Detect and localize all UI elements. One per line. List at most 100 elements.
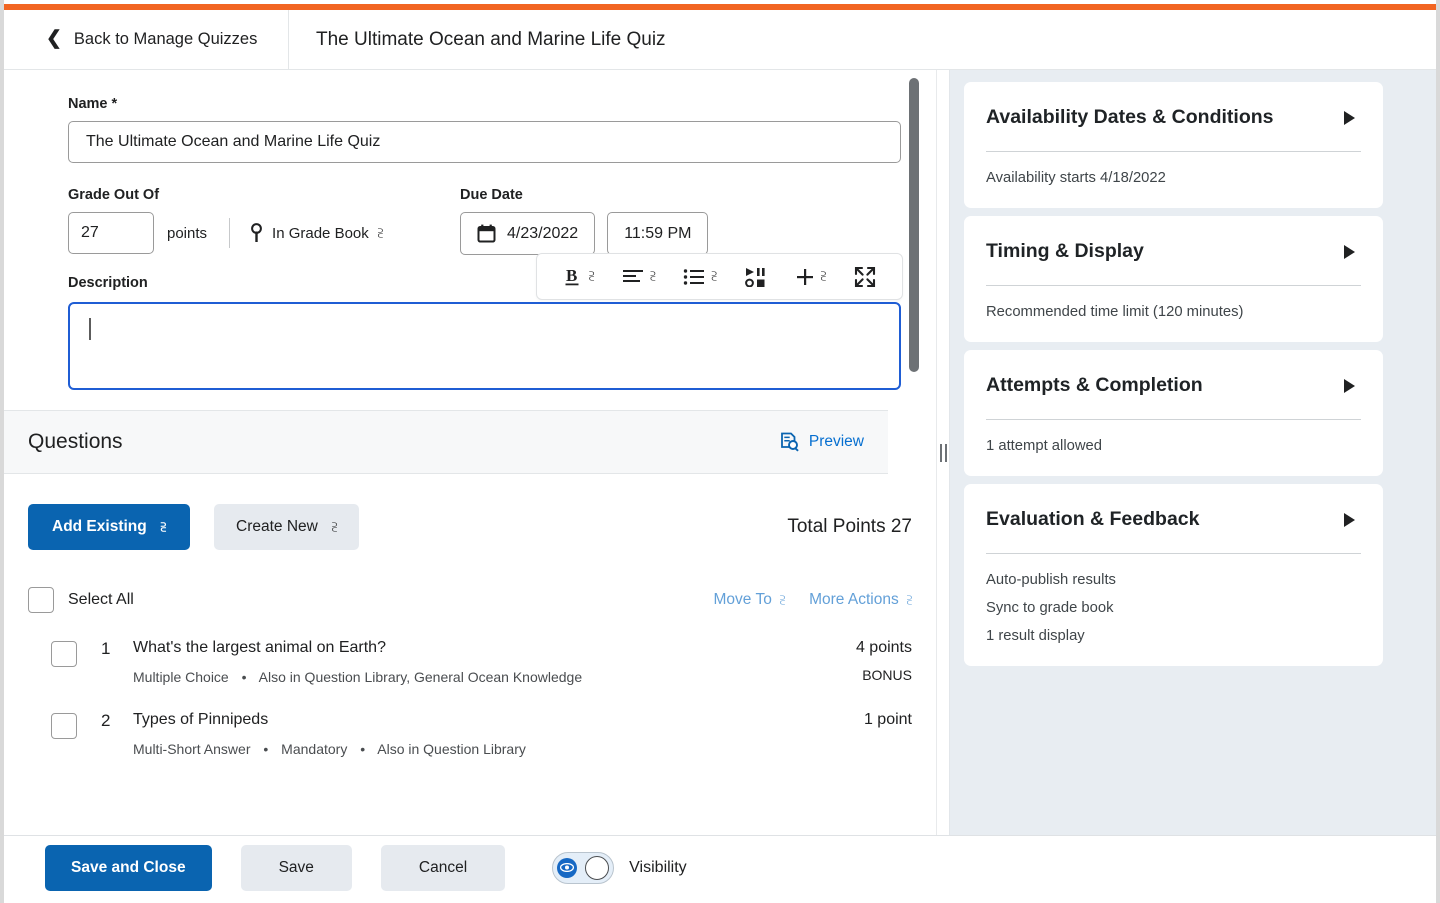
chevron-right-icon xyxy=(1344,244,1355,259)
back-to-manage-quizzes-button[interactable]: ❮ Back to Manage Quizzes xyxy=(4,10,289,69)
divider xyxy=(986,285,1361,286)
chevron-right-icon xyxy=(1344,512,1355,527)
quiz-form: Name * Grade Out Of points xyxy=(4,70,936,390)
create-new-label: Create New xyxy=(236,518,318,535)
preview-icon xyxy=(780,432,800,452)
total-points-label: Total Points 27 xyxy=(787,516,912,537)
panel-availability-dates-conditions[interactable]: Availability Dates & Conditions Availabi… xyxy=(964,82,1383,208)
cancel-button[interactable]: Cancel xyxy=(380,844,506,891)
panel-summary-line: Availability starts 4/18/2022 xyxy=(986,170,1166,186)
cancel-label: Cancel xyxy=(418,858,468,876)
select-all-checkbox[interactable] xyxy=(28,587,54,613)
panel-title: Timing & Display xyxy=(986,240,1144,262)
page-title: The Ultimate Ocean and Marine Life Quiz xyxy=(316,28,666,50)
panel-title: Attempts & Completion xyxy=(986,374,1203,396)
save-and-close-button[interactable]: Save and Close xyxy=(45,844,212,891)
in-grade-book-label: In Grade Book xyxy=(272,224,369,242)
svg-text:B: B xyxy=(566,266,577,285)
description-editor[interactable] xyxy=(68,302,901,390)
question-points: 4 points xyxy=(855,639,912,656)
select-all-row: Select All Move To ⫔ More Actions ⫔ xyxy=(4,550,936,613)
scrollbar-thumb[interactable] xyxy=(909,78,919,372)
in-grade-book-dropdown[interactable]: In Grade Book ⫔ xyxy=(250,223,383,243)
questions-title: Questions xyxy=(28,430,123,453)
chevron-down-icon: ⫔ xyxy=(820,269,826,283)
text-caret xyxy=(89,318,91,340)
panel-header[interactable]: Evaluation & Feedback xyxy=(986,508,1361,531)
grade-out-of-label: Grade Out Of xyxy=(68,187,160,203)
vertical-scrollbar[interactable] xyxy=(908,70,922,835)
preview-button[interactable]: Preview xyxy=(780,432,864,452)
question-title: Types of Pinnipeds xyxy=(133,711,269,728)
chevron-down-icon: ⫔ xyxy=(377,225,384,240)
name-field-label: Name * xyxy=(68,96,118,112)
panel-splitter-handle[interactable] xyxy=(936,70,950,835)
body-container: Name * Grade Out Of points xyxy=(4,70,1436,835)
save-and-close-label: Save and Close xyxy=(71,858,186,876)
quiz-name-input[interactable] xyxy=(68,121,901,163)
visibility-toggle[interactable] xyxy=(552,851,615,884)
table-row[interactable]: 1 What's the largest animal on Earth? Mu… xyxy=(4,613,936,685)
visibility-control: Visibility xyxy=(552,851,687,884)
due-date-block: Due Date 4/23/2022 11:59 PM xyxy=(460,187,709,255)
chevron-down-icon: ⫔ xyxy=(331,519,338,534)
expand-icon xyxy=(854,266,876,288)
add-existing-button[interactable]: Add Existing ⫔ xyxy=(28,504,191,550)
insert-more-button[interactable]: ⫔ xyxy=(795,267,826,287)
more-actions-dropdown[interactable]: More Actions ⫔ xyxy=(809,591,912,609)
bullet-separator-icon: • xyxy=(360,741,366,757)
list-button[interactable]: ⫔ xyxy=(683,268,717,286)
chevron-down-icon: ⫔ xyxy=(711,269,717,283)
table-row[interactable]: 2 Types of Pinnipeds Multi-Short Answer … xyxy=(4,685,936,757)
create-new-button[interactable]: Create New ⫔ xyxy=(214,504,360,550)
chevron-right-icon xyxy=(1344,378,1355,393)
more-actions-label: More Actions xyxy=(809,591,899,608)
panel-header[interactable]: Attempts & Completion xyxy=(986,374,1361,397)
panel-header[interactable]: Availability Dates & Conditions xyxy=(986,106,1361,129)
move-to-dropdown[interactable]: Move To ⫔ xyxy=(714,591,786,609)
question-type: Multiple Choice xyxy=(133,669,229,685)
panel-evaluation-feedback[interactable]: Evaluation & Feedback Auto-publish resul… xyxy=(964,484,1383,666)
panel-summary-line: Recommended time limit (120 minutes) xyxy=(986,304,1244,320)
grade-points-input[interactable] xyxy=(68,212,154,254)
action-footer: Save and Close Save Cancel Visibility xyxy=(4,835,1436,899)
due-time-picker[interactable]: 11:59 PM xyxy=(607,212,709,255)
expand-editor-button[interactable] xyxy=(854,266,876,288)
question-meta: Multi-Short Answer • Mandatory • Also in… xyxy=(133,741,802,757)
insert-media-button[interactable] xyxy=(744,267,767,287)
bullet-separator-icon: • xyxy=(241,669,247,685)
divider xyxy=(986,151,1361,152)
align-left-icon xyxy=(622,268,644,286)
chevron-down-icon: ⫔ xyxy=(779,592,786,607)
grade-book-pin-icon xyxy=(250,223,263,243)
question-meta: Multiple Choice • Also in Question Libra… xyxy=(133,669,802,685)
panel-header[interactable]: Timing & Display xyxy=(986,240,1361,263)
grade-out-of-block: Grade Out Of points xyxy=(68,187,460,255)
question-points: 1 point xyxy=(863,711,912,728)
media-icon xyxy=(744,267,767,287)
plus-icon xyxy=(795,267,815,287)
description-block: Description B ⫔ ⫔ ⫔ ⫔ xyxy=(68,253,936,390)
chevron-down-icon: ⫔ xyxy=(650,269,656,283)
question-library-info: Also in Question Library, General Ocean … xyxy=(258,669,583,685)
chevron-down-icon: ⫔ xyxy=(588,269,595,283)
app-header: ❮ Back to Manage Quizzes The Ultimate Oc… xyxy=(4,10,1436,70)
panel-timing-display[interactable]: Timing & Display Recommended time limit … xyxy=(964,216,1383,342)
due-date-picker[interactable]: 4/23/2022 xyxy=(460,212,596,255)
splitter-grip-icon xyxy=(939,443,947,462)
questions-section-header: Questions Preview xyxy=(4,410,888,474)
bold-button[interactable]: B ⫔ xyxy=(563,266,594,288)
add-existing-label: Add Existing xyxy=(52,518,147,535)
question-number: 2 xyxy=(101,711,111,730)
panel-attempts-completion[interactable]: Attempts & Completion 1 attempt allowed xyxy=(964,350,1383,476)
question-checkbox[interactable] xyxy=(51,641,77,667)
grade-and-due-row: Grade Out Of points xyxy=(68,187,936,255)
move-to-label: Move To xyxy=(713,591,772,608)
back-button-label: Back to Manage Quizzes xyxy=(73,30,258,48)
bullet-list-icon xyxy=(683,268,705,286)
quiz-editor-page: ❮ Back to Manage Quizzes The Ultimate Oc… xyxy=(0,0,1440,903)
question-checkbox[interactable] xyxy=(51,713,77,739)
save-button[interactable]: Save xyxy=(240,844,352,891)
divider xyxy=(229,218,231,248)
align-button[interactable]: ⫔ xyxy=(622,268,656,286)
